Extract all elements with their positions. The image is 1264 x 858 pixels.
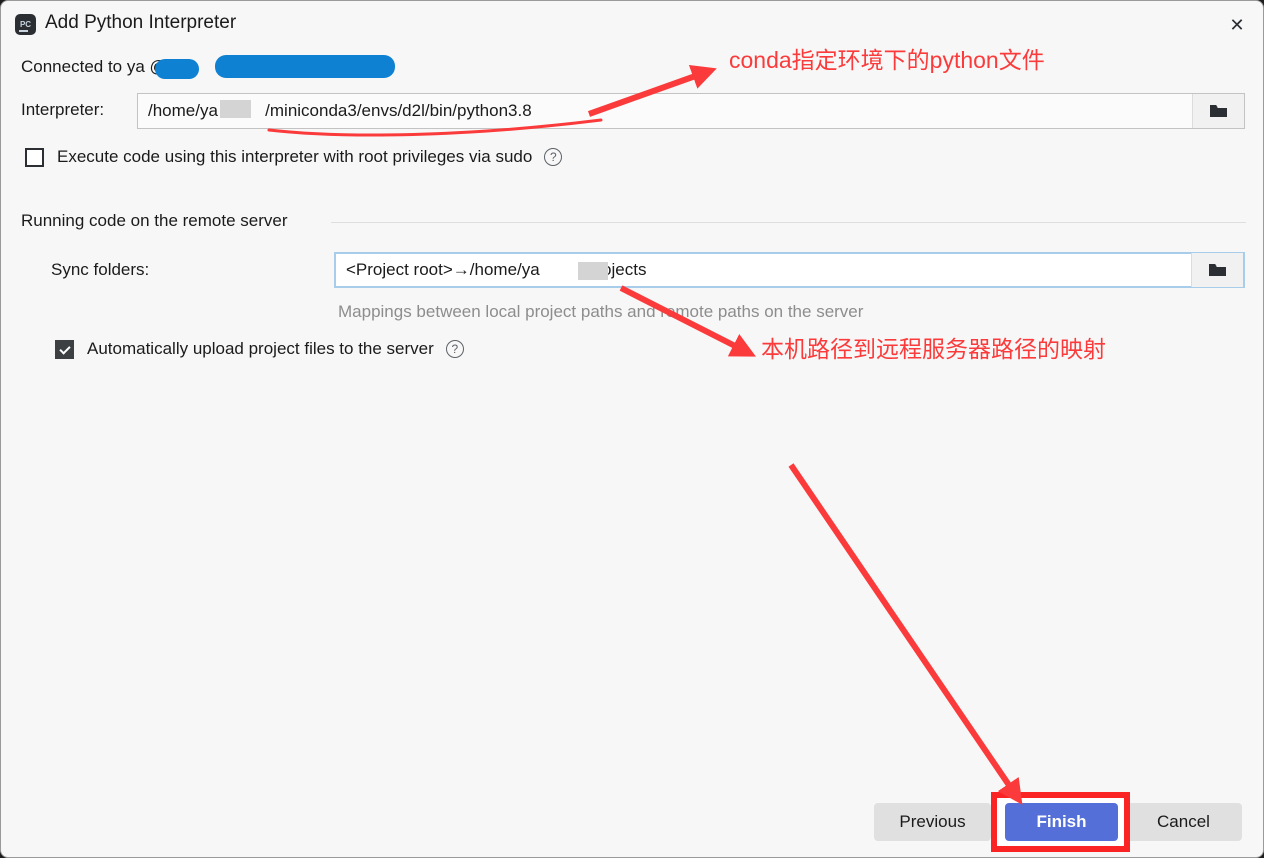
interpreter-browse-button[interactable] [1192, 94, 1244, 128]
help-icon[interactable]: ? [544, 148, 563, 166]
pycharm-icon: PC [15, 14, 36, 35]
sudo-checkbox-row[interactable]: Execute code using this interpreter with… [25, 147, 563, 167]
auto-upload-checkbox-label: Automatically upload project files to th… [87, 339, 434, 358]
cancel-button[interactable]: Cancel [1125, 803, 1242, 841]
redaction-username [155, 59, 199, 79]
help-icon[interactable]: ? [445, 340, 464, 358]
close-icon[interactable]: ✕ [1219, 9, 1255, 41]
remote-section-header: Running code on the remote server [21, 211, 288, 230]
dialog-title: Add Python Interpreter [45, 12, 237, 33]
annotation-arrow-finish [788, 463, 1023, 805]
sync-folders-field[interactable] [334, 252, 1245, 288]
redaction-sync-username [578, 262, 608, 280]
section-divider [331, 222, 1246, 223]
auto-upload-checkbox-row[interactable]: Automatically upload project files to th… [55, 339, 464, 359]
finish-button-highlight: Finish [991, 792, 1130, 852]
sudo-checkbox-label: Execute code using this interpreter with… [57, 147, 533, 166]
finish-button[interactable]: Finish [1005, 803, 1118, 841]
interpreter-field[interactable] [137, 93, 1245, 129]
sudo-checkbox[interactable] [25, 147, 44, 167]
sync-folders-hint: Mappings between local project paths and… [338, 302, 864, 321]
sync-folders-browse-button[interactable] [1191, 253, 1243, 287]
dialog-titlebar: PC Add Python Interpreter ✕ [1, 1, 1263, 47]
add-python-interpreter-dialog: PC Add Python Interpreter ✕ Connected to… [0, 0, 1264, 858]
folder-icon [1208, 264, 1226, 276]
folder-icon [1209, 105, 1227, 117]
redaction-hostname [215, 55, 395, 78]
annotation-overlay [267, 64, 1023, 805]
auto-upload-checkbox[interactable] [55, 339, 74, 359]
interpreter-input[interactable] [138, 100, 1192, 122]
annotation-sync-note: 本机路径到远程服务器路径的映射 [761, 336, 1106, 362]
sync-folders-input[interactable] [336, 259, 1191, 281]
redaction-interpreter-username [220, 100, 251, 118]
interpreter-label: Interpreter: [21, 100, 105, 119]
sync-folders-label: Sync folders: [51, 260, 150, 279]
previous-button[interactable]: Previous [874, 803, 991, 841]
annotation-interpreter-note: conda指定环境下的python文件 [729, 47, 1045, 73]
